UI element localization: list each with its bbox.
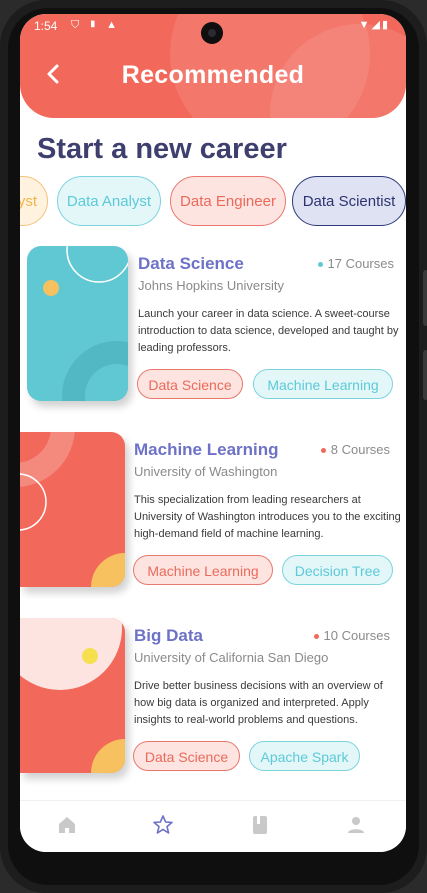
person-icon [348,817,364,833]
thumbnail-pattern [20,432,125,587]
star-icon [153,815,173,834]
university-name: University of Washington [134,464,278,479]
tag-apache-spark[interactable]: Apache Spark [249,741,360,771]
app-screen: 1:54 ⛉ ▮ ▲ ▼◢▮ Recommended Start a new c… [20,14,406,852]
nav-home[interactable] [55,813,83,839]
chip-data-engineer[interactable]: Data Engineer [170,176,286,226]
section-title: Start a new career [37,133,287,165]
course-description: Drive better business decisions with an … [134,680,383,726]
course-description: This specialization from leading researc… [134,494,401,540]
power-button [423,350,427,400]
book-icon [253,816,267,834]
course-description: Launch your career in data science. A sw… [138,308,399,354]
dot-icon [320,448,326,454]
volume-button [423,270,427,326]
tag-machine-learning[interactable]: Machine Learning [133,555,273,585]
tag-data-science[interactable]: Data Science [133,741,240,771]
course-count-text: 8 Courses [330,442,390,457]
course-title[interactable]: Big Data [134,626,203,646]
nav-favorites[interactable] [151,813,179,839]
status-signal-icons: ▼◢▮ [358,19,390,31]
course-title[interactable]: Machine Learning [134,440,279,460]
course-count: 17 Courses [317,256,394,271]
chip-data-scientist[interactable]: Data Scientist [292,176,406,226]
course-card[interactable]: Data Science 17 Courses Johns Hopkins Un… [20,246,406,426]
tag-decision-tree[interactable]: Decision Tree [282,555,393,585]
status-time: 1:54 [34,19,58,33]
course-count-text: 17 Courses [327,256,394,271]
chip-partial[interactable]: alyst [20,176,48,226]
course-count-text: 10 Courses [323,628,390,643]
course-card[interactable]: Machine Learning 8 Courses University of… [20,432,406,612]
header-bar: 1:54 ⛉ ▮ ▲ ▼◢▮ Recommended [20,14,406,118]
thumbnail-pattern [20,618,125,773]
tag-data-science[interactable]: Data Science [137,369,243,399]
course-thumbnail [20,432,125,587]
course-count: 8 Courses [320,442,390,457]
home-icon [59,817,75,833]
thumbnail-pattern [43,246,128,401]
university-name: University of California San Diego [134,650,329,665]
camera-cutout [201,22,223,44]
university-name: Johns Hopkins University [138,278,284,293]
nav-library[interactable] [248,813,276,839]
course-thumbnail [27,246,128,401]
chip-data-analyst[interactable]: Data Analyst [57,176,161,226]
page-title: Recommended [121,61,305,89]
career-chip-row[interactable]: alyst Data Analyst Data Engineer Data Sc… [20,176,406,228]
course-count: 10 Courses [313,628,390,643]
dot-icon [313,634,319,640]
status-notification-icons: ⛉ ▮ ▲ [71,19,121,31]
dot-icon [317,262,323,268]
bottom-navigation [20,800,406,852]
course-title[interactable]: Data Science [138,254,244,274]
tag-machine-learning[interactable]: Machine Learning [253,369,393,399]
nav-profile[interactable] [344,813,372,839]
course-card[interactable]: Big Data 10 Courses University of Califo… [20,618,406,798]
course-thumbnail [20,618,125,773]
